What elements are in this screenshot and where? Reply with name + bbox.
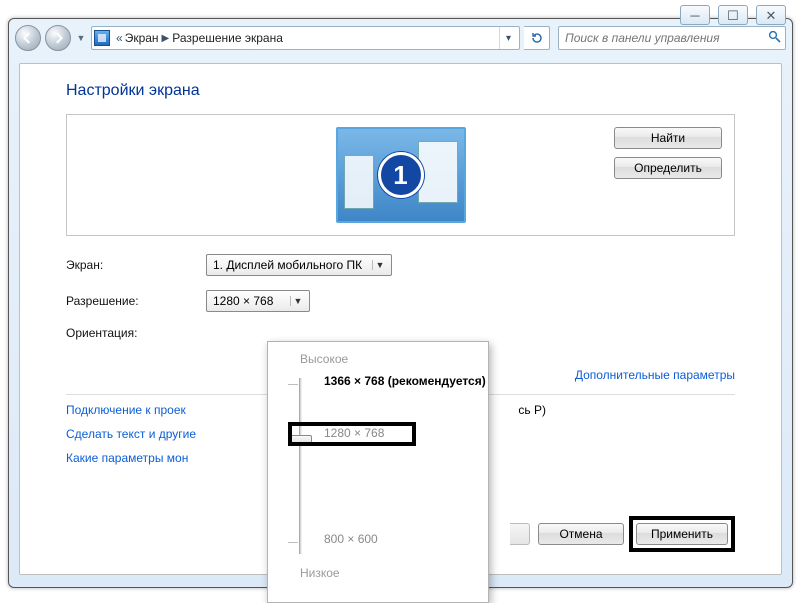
history-dropdown-icon[interactable]: ▼ bbox=[75, 33, 87, 43]
ok-button-edge[interactable] bbox=[510, 523, 530, 545]
chevron-right-icon: ▶ bbox=[159, 33, 173, 44]
maximize-icon: ☐ bbox=[727, 9, 739, 22]
apply-button[interactable]: Применить bbox=[636, 523, 728, 545]
slider-tick bbox=[288, 384, 298, 385]
projector-link[interactable]: Подключение к проек bbox=[66, 403, 186, 417]
breadcrumb-root: « bbox=[114, 31, 125, 45]
control-panel-icon bbox=[94, 30, 110, 46]
monitor-params-link[interactable]: Какие параметры мон bbox=[66, 451, 188, 465]
display-value: 1. Дисплей мобильного ПК bbox=[213, 258, 362, 272]
slider-low-label: Низкое bbox=[300, 566, 476, 580]
display-combobox[interactable]: 1. Дисплей мобильного ПК ▼ bbox=[206, 254, 392, 276]
page-title: Настройки экрана bbox=[66, 82, 735, 100]
detect-button[interactable]: Найти bbox=[614, 127, 722, 149]
text-size-link[interactable]: Сделать текст и другие bbox=[66, 427, 196, 441]
resolution-option-lowest[interactable]: 800 × 600 bbox=[324, 532, 378, 546]
resolution-label: Разрешение: bbox=[66, 294, 206, 308]
monitor-preview[interactable]: 1 bbox=[336, 127, 466, 223]
chevron-down-icon: ▼ bbox=[290, 296, 305, 306]
dialog-button-row: Отмена Применить bbox=[510, 516, 735, 552]
back-button[interactable] bbox=[15, 25, 41, 51]
identify-button[interactable]: Определить bbox=[614, 157, 722, 179]
breadcrumb-item-resolution[interactable]: Разрешение экрана bbox=[172, 31, 283, 45]
minimize-button[interactable]: ─ bbox=[680, 5, 710, 25]
chevron-down-icon: ▼ bbox=[372, 260, 387, 270]
projector-hint-suffix: сь P) bbox=[518, 403, 546, 417]
window-frame: ─ ☐ ✕ ▼ « Экран ▶ Разрешение экрана ▾ bbox=[8, 18, 793, 588]
minimize-icon: ─ bbox=[690, 9, 699, 22]
refresh-icon bbox=[530, 31, 544, 45]
slider-tick bbox=[288, 542, 298, 543]
forward-arrow-icon bbox=[52, 32, 64, 44]
search-icon[interactable] bbox=[768, 30, 781, 46]
resolution-slider-track[interactable] bbox=[286, 378, 314, 554]
maximize-button[interactable]: ☐ bbox=[718, 5, 748, 25]
orientation-label: Ориентация: bbox=[66, 326, 206, 340]
toolbar: ▼ « Экран ▶ Разрешение экрана ▾ bbox=[9, 19, 792, 53]
slider-high-label: Высокое bbox=[300, 352, 476, 366]
breadcrumb-item-display[interactable]: Экран bbox=[125, 31, 159, 45]
address-bar[interactable]: « Экран ▶ Разрешение экрана ▾ bbox=[91, 26, 520, 50]
resolution-option-selected[interactable]: 1280 × 768 bbox=[324, 426, 384, 440]
advanced-settings-link[interactable]: Дополнительные параметры bbox=[575, 368, 735, 382]
address-dropdown-icon[interactable]: ▾ bbox=[499, 27, 517, 49]
close-button[interactable]: ✕ bbox=[756, 5, 786, 25]
preview-window-icon bbox=[344, 155, 374, 209]
apply-highlight-box: Применить bbox=[629, 516, 735, 552]
forward-button[interactable] bbox=[45, 25, 71, 51]
resolution-value: 1280 × 768 bbox=[213, 294, 273, 308]
display-label: Экран: bbox=[66, 258, 206, 272]
refresh-button[interactable] bbox=[524, 26, 550, 50]
close-icon: ✕ bbox=[766, 9, 777, 22]
content-area: Настройки экрана 1 Найти Определить Экра… bbox=[19, 63, 782, 575]
preview-window-icon bbox=[418, 141, 458, 203]
search-input[interactable] bbox=[563, 30, 768, 46]
slider-line bbox=[299, 378, 302, 554]
monitor-preview-box: 1 Найти Определить bbox=[66, 114, 735, 236]
search-box[interactable] bbox=[558, 26, 786, 50]
back-arrow-icon bbox=[22, 32, 34, 44]
monitor-number-badge: 1 bbox=[378, 152, 424, 198]
cancel-button[interactable]: Отмена bbox=[538, 523, 624, 545]
resolution-option-recommended[interactable]: 1366 × 768 (рекомендуется) bbox=[324, 374, 486, 388]
resolution-combobox[interactable]: 1280 × 768 ▼ bbox=[206, 290, 310, 312]
resolution-slider-popup: Высокое 1366 × 768 (рекомендуется) 1280 … bbox=[267, 341, 489, 603]
window-caption-buttons: ─ ☐ ✕ bbox=[680, 5, 786, 25]
